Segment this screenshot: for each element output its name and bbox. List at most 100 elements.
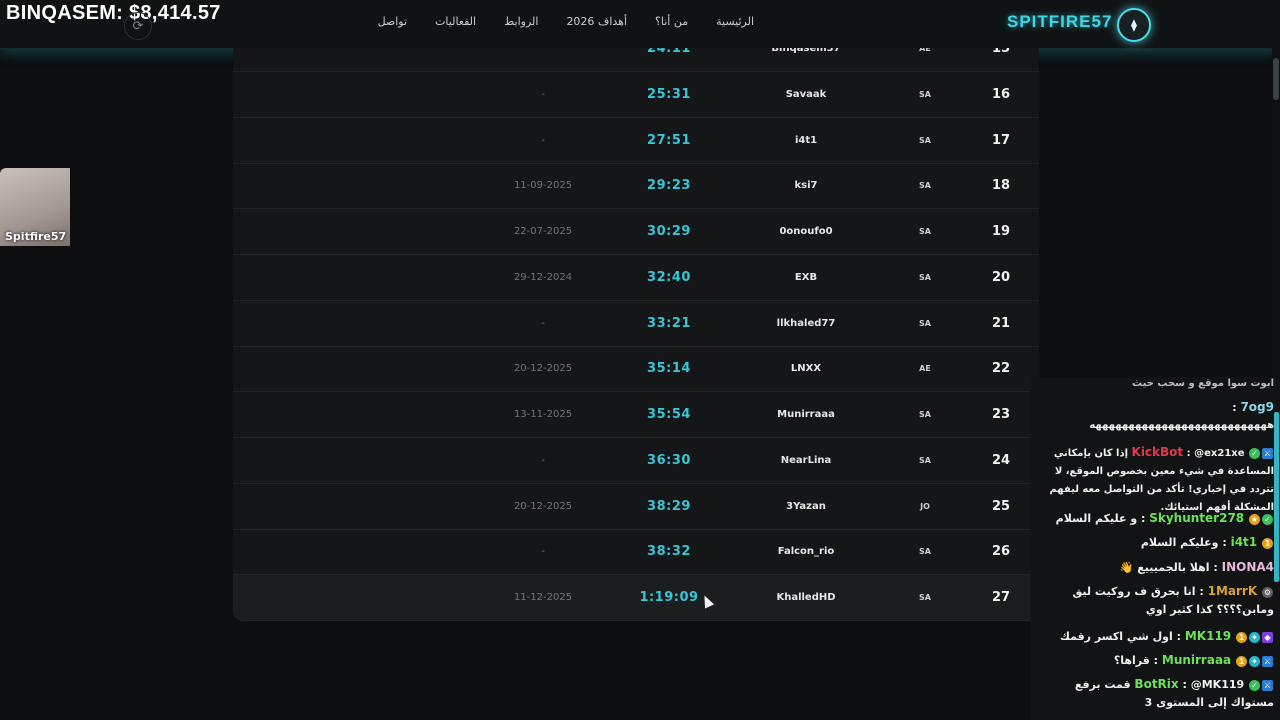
- page-scrollbar-thumb[interactable]: [1273, 58, 1279, 100]
- chat-username[interactable]: BotRix: [1134, 677, 1178, 691]
- stream-chat: ابوت سوا موقع و سحب حيث 7og9 : ههههههههه…: [1030, 377, 1280, 720]
- moderator-badge-icon: ⚔: [1262, 447, 1273, 459]
- table-row[interactable]: - 33:21 llkhaled77 SA 21: [233, 301, 1039, 347]
- row-player[interactable]: Falcon_rio: [743, 529, 869, 574]
- chat-message: ابوت سوا موقع و سحب حيث: [1034, 377, 1274, 393]
- row-date: 29-12-2024: [513, 272, 573, 283]
- chat-username[interactable]: KickBot: [1132, 445, 1184, 459]
- row-player[interactable]: NearLina: [743, 438, 869, 483]
- top-navbar: BINQASEM: $8,414.57 ⟳ الرئيسية من أنا؟ أ…: [0, 0, 1280, 49]
- gift-badge-icon: ◆: [1262, 631, 1273, 643]
- brand-logo-text[interactable]: SPITFIRE57: [1007, 12, 1112, 32]
- nav-item-events[interactable]: الفعاليات: [435, 15, 476, 28]
- boost-badge-icon: ✦: [1249, 631, 1260, 643]
- chat-username[interactable]: MK119: [1185, 629, 1231, 643]
- chat-message: ⚙ 1MarrK : انا بحرق ف روكيت ليق ومابن؟؟؟…: [1072, 584, 1274, 616]
- row-rank: 23: [991, 407, 1011, 422]
- row-time: 27:51: [647, 133, 691, 148]
- table-row[interactable]: 20-12-2025 38:29 3Yazan JO 25: [233, 484, 1039, 530]
- row-date: -: [541, 89, 545, 100]
- row-player[interactable]: 3Yazan: [743, 484, 869, 529]
- table-row[interactable]: - 27:51 i4t1 SA 17: [233, 118, 1039, 164]
- row-player[interactable]: llkhaled77: [743, 301, 869, 346]
- row-player[interactable]: i4t1: [743, 118, 869, 163]
- boost-badge-icon: ✦: [1249, 655, 1260, 667]
- moderator-badge-icon: ⚔: [1262, 655, 1273, 667]
- nav-item-home[interactable]: الرئيسية: [716, 15, 754, 28]
- chat-username[interactable]: 7og9: [1240, 400, 1274, 414]
- row-player[interactable]: KhalledHD: [743, 575, 869, 620]
- table-row[interactable]: - 25:31 Savaak SA 16: [233, 72, 1039, 118]
- chat-text: اهلا بالجميييع 👋: [1119, 561, 1210, 574]
- row-time: 24:11: [647, 48, 691, 56]
- nav-item-goals[interactable]: أهداف 2026: [566, 15, 627, 28]
- table-row[interactable]: 29-12-2024 32:40 EXB SA 20: [233, 255, 1039, 301]
- row-date: 20-12-2025: [513, 363, 573, 374]
- row-country: SA: [919, 593, 931, 602]
- moderator-badge-icon: ⚔: [1262, 679, 1273, 691]
- row-rank: 17: [991, 133, 1011, 148]
- table-row[interactable]: - 36:30 NearLina SA 24: [233, 438, 1039, 484]
- row-time: 30:29: [647, 224, 691, 239]
- row-time: 35:54: [647, 407, 691, 422]
- table-row[interactable]: 11-12-2025 1:19:09 KhalledHD SA 27: [233, 575, 1039, 621]
- row-player[interactable]: LNXX: [743, 346, 869, 391]
- row-country: SA: [919, 90, 931, 99]
- row-player[interactable]: ksi7: [743, 163, 869, 208]
- row-country: SA: [919, 410, 931, 419]
- row-time: 32:40: [647, 270, 691, 285]
- table-row[interactable]: - 38:32 Falcon_rio SA 26: [233, 529, 1039, 575]
- nav-item-contact[interactable]: تواصل: [378, 15, 407, 28]
- row-player[interactable]: Munirraaa: [743, 392, 869, 437]
- row-rank: 15: [991, 48, 1011, 56]
- chat-message: ✓★ Skyhunter278 : و عليكم السلام: [1034, 509, 1274, 528]
- webcam-label: Spitfire57: [5, 230, 67, 243]
- row-country: SA: [919, 227, 931, 236]
- chat-message: INONA4 : اهلا بالجميييع 👋: [1119, 560, 1274, 574]
- nav-item-links[interactable]: الروابط: [504, 15, 538, 28]
- row-date: [483, 48, 603, 71]
- nav-item-about[interactable]: من أنا؟: [655, 15, 688, 28]
- chat-username[interactable]: i4t1: [1231, 535, 1258, 549]
- chat-scrollbar[interactable]: [1274, 412, 1279, 582]
- row-time: 29:23: [647, 178, 691, 193]
- row-date: 22-07-2025: [513, 226, 573, 237]
- row-country: JO: [920, 502, 930, 511]
- chat-username[interactable]: Skyhunter278: [1149, 511, 1244, 525]
- row-player[interactable]: Binqasem37: [743, 48, 869, 71]
- row-rank: 19: [991, 224, 1011, 239]
- row-time: 25:31: [647, 87, 691, 102]
- brand-emblem-icon[interactable]: ⧫: [1117, 8, 1151, 42]
- chat-username[interactable]: 1MarrK: [1208, 584, 1258, 598]
- row-player[interactable]: Savaak: [743, 72, 869, 117]
- table-row[interactable]: 13-11-2025 35:54 Munirraaa SA 23: [233, 392, 1039, 438]
- table-row[interactable]: 20-12-2025 35:14 LNXX AE 22: [233, 346, 1039, 392]
- gear-badge-icon: ⚙: [1262, 586, 1273, 598]
- table-row[interactable]: 24:11 Binqasem37 AE 15: [233, 48, 1039, 72]
- row-rank: 26: [991, 544, 1011, 559]
- row-rank: 18: [991, 178, 1011, 193]
- row-rank: 24: [991, 453, 1011, 468]
- refresh-icon[interactable]: ⟳: [124, 12, 152, 40]
- sub-badge-icon: ★: [1249, 513, 1260, 525]
- row-date: -: [541, 455, 545, 466]
- row-time: 38:29: [647, 499, 691, 514]
- table-row[interactable]: 11-09-2025 29:23 ksi7 SA 18: [233, 163, 1039, 209]
- row-date: 11-12-2025: [513, 592, 573, 603]
- chat-username[interactable]: INONA4: [1222, 560, 1274, 574]
- verified-badge-icon: ✓: [1249, 679, 1260, 691]
- row-date: 11-09-2025: [513, 180, 573, 191]
- chat-message: ⚔✦1 Munirraaa : قراها؟: [1113, 653, 1273, 667]
- chat-username[interactable]: Munirraaa: [1162, 653, 1231, 667]
- chat-message-body: هههههههههههههههههههههههههههه: [1034, 417, 1274, 435]
- main-nav: الرئيسية من أنا؟ أهداف 2026 الروابط الفع…: [378, 15, 754, 28]
- row-player[interactable]: EXB: [743, 255, 869, 300]
- table-row[interactable]: 22-07-2025 30:29 0onoufo0 SA 19: [233, 209, 1039, 255]
- row-date: -: [541, 135, 545, 146]
- row-time: 35:14: [647, 361, 691, 376]
- row-country: SA: [919, 181, 931, 190]
- row-player[interactable]: 0onoufo0: [743, 209, 869, 254]
- chat-text: هههههههههههههههههههههههههههه: [1089, 420, 1274, 431]
- leaderboard-table: 24:11 Binqasem37 AE 15 - 25:31 Savaak SA…: [233, 48, 1039, 621]
- row-country: SA: [919, 547, 931, 556]
